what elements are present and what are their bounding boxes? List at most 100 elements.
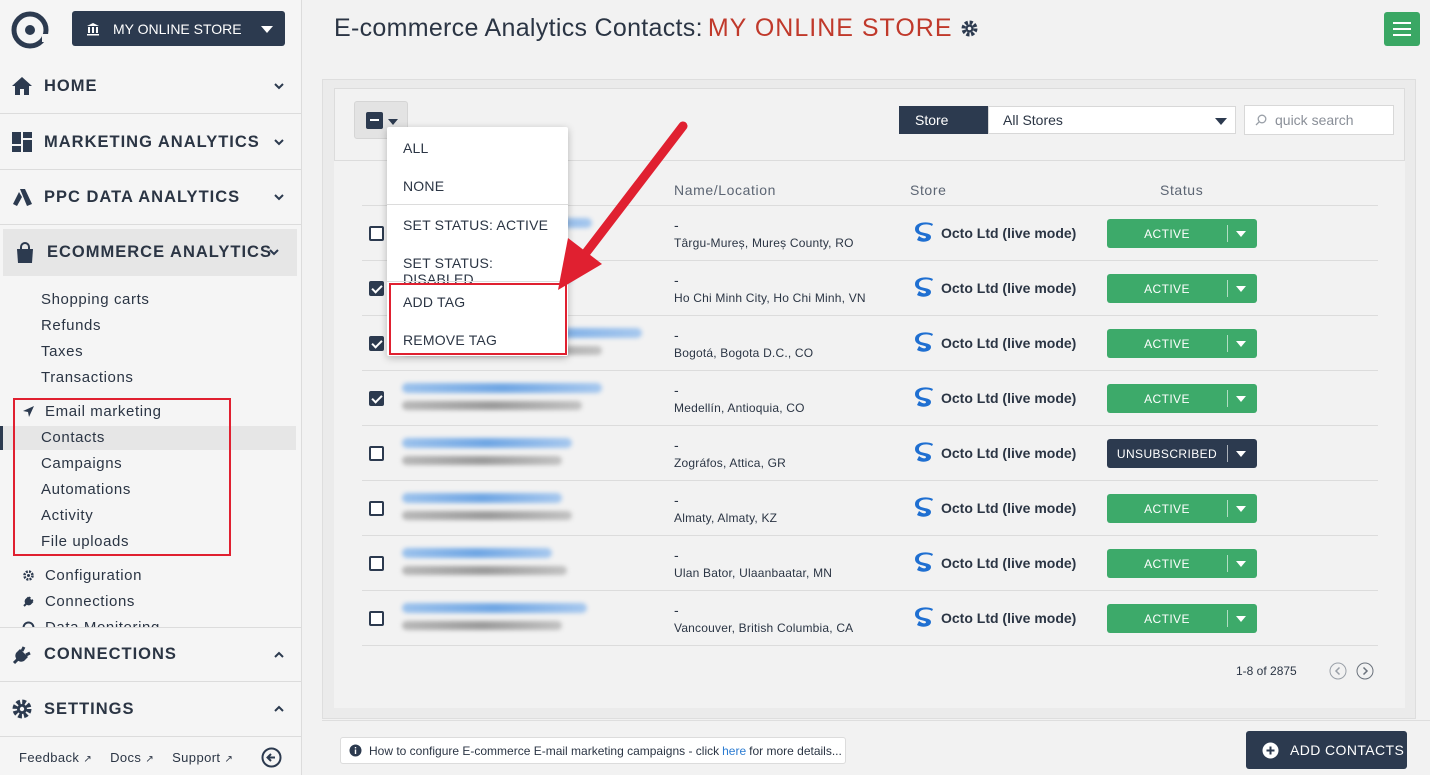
- sidebar-item-configuration[interactable]: Configuration: [22, 567, 142, 584]
- row-checkbox[interactable]: [369, 556, 384, 571]
- status-dropdown-button[interactable]: ACTIVE: [1107, 494, 1257, 523]
- contact-location: Târgu-Mureș, Mureș County, RO: [674, 236, 854, 250]
- plus-circle-icon: [1262, 742, 1279, 758]
- external-link-icon: ↗: [83, 754, 93, 765]
- status-divider: [1227, 610, 1228, 627]
- column-header-store[interactable]: Store: [910, 182, 946, 198]
- quick-search-input[interactable]: quick search: [1244, 105, 1394, 135]
- redacted-name: [402, 456, 562, 465]
- sidebar-item-connections[interactable]: Connections: [22, 593, 135, 610]
- status-dropdown-button[interactable]: UNSUBSCRIBED: [1107, 439, 1257, 468]
- support-link[interactable]: Support ↗: [172, 750, 233, 765]
- nav-settings-label: SETTINGS: [44, 699, 135, 718]
- sidebar-item-taxes[interactable]: Taxes: [41, 343, 83, 360]
- gear-icon: [10, 697, 34, 721]
- nav-marketing-analytics[interactable]: MARKETING ANALYTICS: [0, 115, 302, 170]
- status-dropdown-button[interactable]: ACTIVE: [1107, 274, 1257, 303]
- row-checkbox[interactable]: [369, 501, 384, 516]
- status-dropdown-button[interactable]: ACTIVE: [1107, 549, 1257, 578]
- contact-location: Medellín, Antioquia, CO: [674, 401, 805, 415]
- sidebar-item-refunds[interactable]: Refunds: [41, 317, 101, 334]
- add-contacts-button[interactable]: ADD CONTACTS: [1246, 731, 1407, 769]
- row-checkbox[interactable]: [369, 611, 384, 626]
- row-checkbox[interactable]: [369, 336, 384, 351]
- menu-item-all[interactable]: ALL: [403, 140, 429, 156]
- nav-connections[interactable]: CONNECTIONS: [0, 627, 302, 682]
- nav-ecommerce-analytics[interactable]: ECOMMERCE ANALYTICS: [3, 229, 297, 276]
- redacted-name: [402, 566, 567, 575]
- nav-settings[interactable]: SETTINGS: [0, 682, 302, 737]
- row-checkbox[interactable]: [369, 446, 384, 461]
- page-title-text: E-commerce Analytics Contacts:: [334, 14, 703, 42]
- table-row[interactable]: - Vancouver, British Columbia, CA Octo Ltd…: [362, 591, 1378, 646]
- table-row[interactable]: - Almaty, Almaty, KZ Octo Ltd (live mode) A…: [362, 481, 1378, 536]
- status-dropdown-button[interactable]: ACTIVE: [1107, 329, 1257, 358]
- nav-home[interactable]: HOME: [0, 59, 302, 114]
- chevron-down-icon: [274, 194, 284, 201]
- previous-page-icon[interactable]: [1329, 662, 1347, 680]
- menu-item-none[interactable]: NONE: [403, 178, 444, 194]
- contact-location: Bogotá, Bogota D.C., CO: [674, 346, 814, 360]
- status-dropdown-button[interactable]: ACTIVE: [1107, 604, 1257, 633]
- store-logo-icon: [915, 497, 933, 517]
- menu-item-set-status-active[interactable]: SET STATUS: ACTIVE: [403, 217, 548, 233]
- contact-name: -: [674, 382, 679, 398]
- status-dropdown-button[interactable]: ACTIVE: [1107, 219, 1257, 248]
- search-icon: [1255, 114, 1267, 126]
- table-row[interactable]: - Medellín, Antioquia, CO Octo Ltd (live m…: [362, 371, 1378, 426]
- next-page-icon[interactable]: [1356, 662, 1374, 680]
- feedback-link[interactable]: Feedback ↗: [19, 750, 92, 765]
- column-header-status[interactable]: Status: [1160, 182, 1203, 198]
- chevron-down-icon: [1236, 396, 1246, 402]
- gear-icon: [23, 570, 34, 581]
- chevron-down-icon: [1215, 118, 1227, 125]
- contact-location: Ulan Bator, Ulaanbaatar, MN: [674, 566, 833, 580]
- status-label: ACTIVE: [1144, 281, 1190, 296]
- store-logo-icon: [915, 332, 933, 352]
- sidebar-item-transactions[interactable]: Transactions: [41, 369, 134, 386]
- store-name: Octo Ltd (live mode): [941, 555, 1077, 571]
- store-filter-select[interactable]: All Stores: [988, 106, 1236, 134]
- store-name: Octo Ltd (live mode): [941, 280, 1077, 296]
- status-dropdown-button[interactable]: ACTIVE: [1107, 384, 1257, 413]
- table-row[interactable]: - Zográfos, Attica, GR Octo Ltd (live mode…: [362, 426, 1378, 481]
- sidebar-item-data-monitoring[interactable]: Data Monitoring: [22, 619, 302, 627]
- annotation-highlight-box: [13, 398, 231, 556]
- sidebar-item-shopping-carts[interactable]: Shopping carts: [41, 291, 149, 308]
- table-row[interactable]: - Ulan Bator, Ulaanbaatar, MN Octo Ltd (li…: [362, 536, 1378, 591]
- help-info-box: How to configure E-commerce E-mail marke…: [340, 737, 846, 764]
- row-checkbox[interactable]: [369, 226, 384, 241]
- nav-marketing-label: MARKETING ANALYTICS: [44, 132, 260, 151]
- contact-location: Zográfos, Attica, GR: [674, 456, 787, 470]
- contact-name: -: [674, 437, 679, 453]
- nav-ppc-data-analytics[interactable]: PPC DATA ANALYTICS: [0, 170, 302, 225]
- status-divider: [1227, 555, 1228, 572]
- active-item-indicator: [0, 426, 3, 450]
- store-switcher-button[interactable]: MY ONLINE STORE: [72, 11, 285, 46]
- status-divider: [1227, 225, 1228, 242]
- row-checkbox[interactable]: [369, 281, 384, 296]
- status-label: ACTIVE: [1144, 391, 1190, 406]
- row-checkbox[interactable]: [369, 391, 384, 406]
- chevron-up-icon: [274, 651, 284, 658]
- help-info-link[interactable]: here: [722, 744, 746, 758]
- gear-icon[interactable]: [960, 19, 979, 38]
- redacted-email: [402, 548, 552, 558]
- data-monitoring-row: Data Monitoring: [22, 619, 160, 627]
- contact-location: Vancouver, British Columbia, CA: [674, 621, 854, 635]
- hamburger-menu-button[interactable]: [1384, 12, 1420, 46]
- store-name: Octo Ltd (live mode): [941, 335, 1077, 351]
- octo-logo-icon[interactable]: [10, 10, 50, 50]
- docs-link[interactable]: Docs ↗: [110, 750, 154, 765]
- chevron-down-icon: [1236, 231, 1246, 237]
- redacted-email: [402, 603, 587, 613]
- contact-location: Almaty, Almaty, KZ: [674, 511, 778, 525]
- status-divider: [1227, 335, 1228, 352]
- home-icon: [10, 74, 34, 98]
- store-logo-icon: [915, 277, 933, 297]
- status-label: ACTIVE: [1144, 556, 1190, 571]
- contact-name: -: [674, 492, 679, 508]
- nav-home-label: HOME: [44, 76, 98, 95]
- collapse-sidebar-icon[interactable]: [261, 747, 282, 768]
- store-logo-icon: [915, 552, 933, 572]
